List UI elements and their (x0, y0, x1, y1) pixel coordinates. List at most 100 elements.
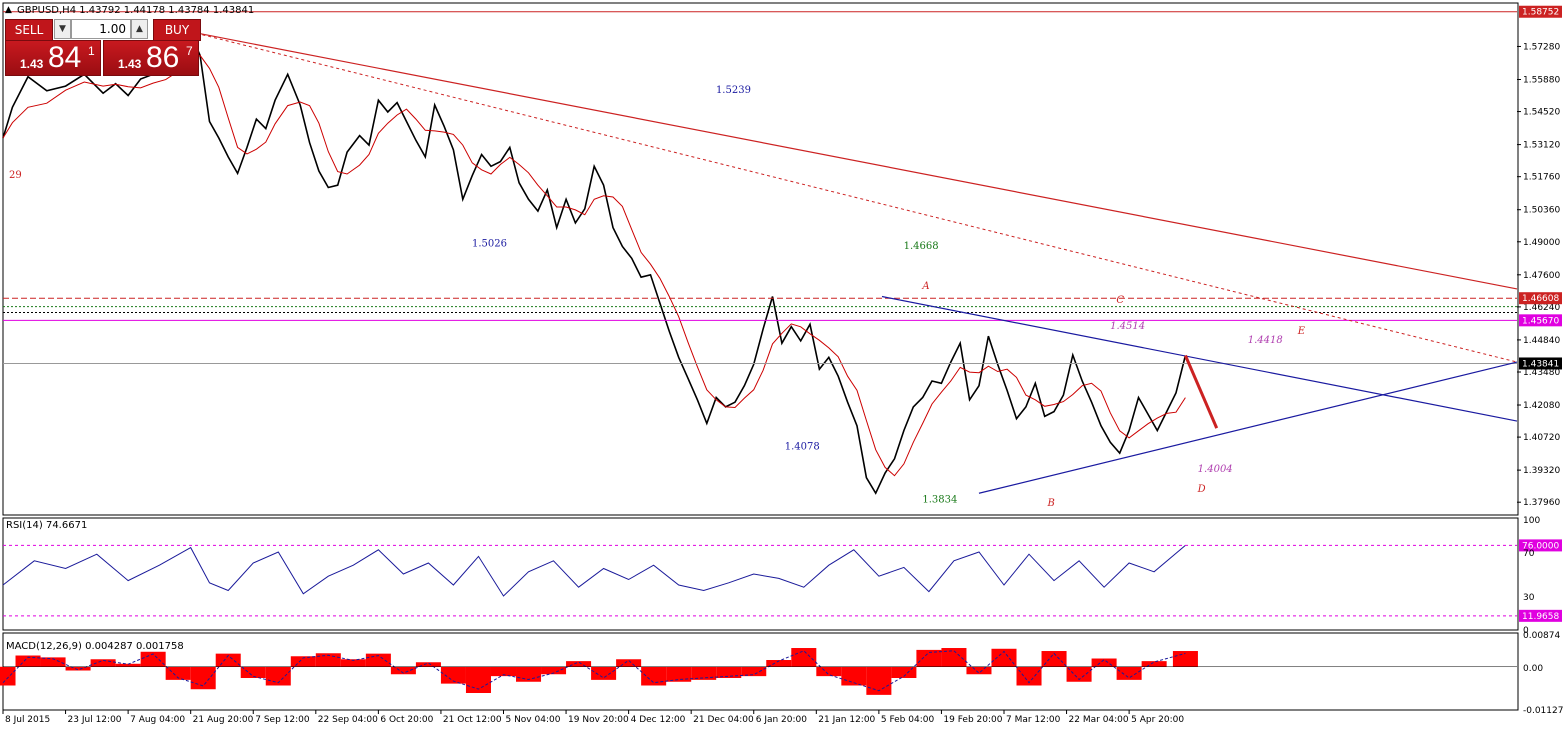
time-axis-label: 7 Mar 12:00 (1006, 715, 1061, 725)
rsi-axis-label: 30 (1523, 593, 1535, 603)
moving-average-line (2, 54, 1186, 477)
blue-upper-trendline (881, 295, 1518, 422)
wave-label: 1.4668 (904, 241, 939, 252)
lots-increase-icon[interactable]: ▲ (131, 19, 148, 39)
time-axis-label: 5 Nov 04:00 (505, 715, 560, 725)
macd-histogram-bar (566, 661, 592, 667)
wave-label: 1.4004 (1198, 464, 1233, 475)
blue-lower-trendline (978, 361, 1518, 494)
time-axis-label: 21 Aug 20:00 (193, 715, 254, 725)
price-axis-label: 1.53120 (1523, 141, 1560, 151)
price-axis-label: 1.51760 (1523, 173, 1560, 183)
rsi-line (2, 545, 1186, 597)
macd-histogram-bar (691, 666, 717, 680)
sell-button[interactable]: SELL (5, 19, 53, 41)
macd-axis-label: 0.00 (1523, 664, 1543, 674)
symbol-info: GBPUSD,H4 1.43792 1.44178 1.43784 1.4384… (17, 5, 254, 16)
price-tag-label: 1.46608 (1522, 294, 1559, 304)
macd-histogram-bar (816, 666, 842, 677)
macd-histogram-bar (641, 666, 667, 686)
macd-histogram-bar (966, 666, 992, 675)
time-axis-label: 7 Sep 12:00 (255, 715, 310, 725)
wave-label: 1.3834 (922, 495, 957, 506)
time-axis-label: 19 Feb 20:00 (943, 715, 1002, 725)
price-axis-label: 1.50360 (1523, 206, 1560, 216)
time-axis-label: 7 Aug 04:00 (130, 715, 185, 725)
sell-price-button[interactable]: 1.43 84 1 (5, 40, 101, 76)
forecast-arrow (1184, 354, 1219, 429)
buy-price-prefix: 1.43 (118, 57, 142, 71)
price-axis: 1.57280 1.55880 1.54520 1.53120 1.51760 1.503… (1517, 5, 1562, 508)
macd-title: MACD(12,26,9) 0.004287 0.001758 (6, 641, 184, 652)
lots-decrease-icon[interactable]: ▼ (54, 19, 71, 39)
red-dotted-trendline (190, 31, 1518, 363)
macd-histogram-bar (1116, 666, 1142, 680)
time-axis: 8 Jul 2015 23 Jul 12:00 7 Aug 04:00 21 Aug … (2, 710, 1184, 725)
macd-histogram-bar (0, 666, 16, 686)
buy-button[interactable]: BUY (153, 19, 201, 41)
price-axis-label: 1.42080 (1523, 401, 1560, 411)
price-axis-label: 1.44840 (1523, 336, 1560, 346)
time-axis-label: 5 Apr 20:00 (1131, 715, 1184, 725)
macd-histogram-bar (666, 666, 692, 682)
macd-histogram-bar (190, 666, 216, 690)
price-panel-frame (2, 2, 1519, 516)
macd-axis-label: -0.01127 (1523, 706, 1563, 716)
sell-price-pips: 84 (48, 41, 82, 74)
wave-label: 29 (9, 170, 22, 181)
price-tag-label: 1.45670 (1522, 316, 1559, 326)
macd-histogram-bar (791, 648, 817, 667)
macd-histogram-bar (90, 659, 116, 667)
time-axis-label: 23 Jul 12:00 (68, 715, 122, 725)
macd-axis-label: 0.00874 (1523, 631, 1560, 641)
wave-label: C (1116, 295, 1124, 306)
price-axis-label: 1.54520 (1523, 108, 1560, 118)
time-axis-label: 8 Jul 2015 (5, 715, 50, 725)
macd-histogram-bar (1141, 661, 1167, 667)
time-axis-label: 21 Jan 12:00 (818, 715, 875, 725)
time-axis-label: 6 Oct 20:00 (380, 715, 433, 725)
wave-label: D (1197, 484, 1206, 495)
time-axis-label: 6 Jan 20:00 (756, 715, 808, 725)
time-axis-label: 22 Mar 04:00 (1069, 715, 1129, 725)
time-axis-label: 4 Dec 12:00 (631, 715, 686, 725)
rsi-level-label: 11.9658 (1522, 612, 1559, 622)
macd-histogram-bar (741, 666, 767, 677)
price-tag-label: 1.58752 (1522, 8, 1559, 18)
wave-label: 1.5239 (716, 85, 751, 96)
wave-label: 1.4514 (1110, 321, 1145, 332)
buy-price-fraction: 7 (186, 44, 193, 58)
wave-label: 1.4078 (785, 441, 820, 452)
macd-histogram-bar (916, 649, 942, 667)
time-axis-label: 19 Nov 20:00 (568, 715, 629, 725)
price-axis-label: 1.46240 (1523, 303, 1560, 313)
macd-histogram-bar (240, 666, 266, 679)
macd-histogram-bar (1172, 651, 1198, 667)
lots-input[interactable]: 1.00 (71, 19, 131, 39)
rsi-axis-label: 70 (1523, 549, 1535, 559)
rsi-title: RSI(14) 74.6671 (6, 520, 87, 531)
chart-canvas: 1.57280 1.55880 1.54520 1.53120 1.51760 1.503… (0, 2, 1563, 725)
triangle-up-icon: ▲ (5, 5, 12, 15)
price-plot (2, 11, 1518, 495)
price-axis-label: 1.43480 (1523, 368, 1560, 378)
macd-histogram-bar (616, 659, 642, 667)
time-axis-label: 21 Dec 04:00 (693, 715, 754, 725)
macd-histogram-bar (1091, 658, 1117, 667)
buy-price-pips: 86 (146, 41, 180, 74)
price-tag-label: 1.43841 (1522, 359, 1559, 369)
time-axis-label: 22 Sep 04:00 (318, 715, 378, 725)
rsi-panel-frame (2, 517, 1519, 631)
wave-label: 1.4418 (1248, 335, 1283, 346)
price-axis-label: 1.40720 (1523, 433, 1560, 443)
sell-price-prefix: 1.43 (20, 57, 44, 71)
price-axis-label: 1.49000 (1523, 238, 1560, 248)
price-axis-label: 1.47600 (1523, 271, 1560, 281)
sell-price-fraction: 1 (88, 44, 95, 58)
price-axis-label: 1.37960 (1523, 498, 1560, 508)
one-click-trading-panel: SELL ▼ 1.00 ▲ BUY 1.43 84 1 1.43 86 7 (5, 19, 201, 76)
buy-price-button[interactable]: 1.43 86 7 (103, 40, 199, 76)
price-axis-label: 1.39320 (1523, 466, 1560, 476)
wave-label: B (1047, 498, 1055, 509)
macd-histogram-bar (65, 666, 91, 671)
